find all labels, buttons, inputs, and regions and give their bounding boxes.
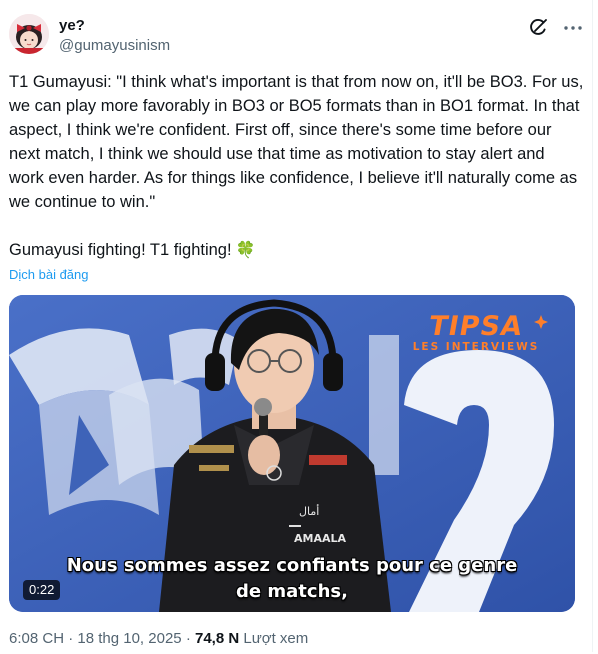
more-options-icon[interactable] <box>561 16 585 40</box>
meta-separator-2: · <box>185 630 191 647</box>
tweet-text: T1 Gumayusi: "I think what's important i… <box>9 70 584 263</box>
tweet-time[interactable]: 6:08 CH <box>9 630 64 647</box>
avatar-girl-with-bow-icon <box>9 14 49 54</box>
brand-subtitle: LES INTERVIEWS <box>412 341 540 353</box>
video-subtitle-line-1: Nous sommes assez confiants pour ce genr… <box>66 555 518 576</box>
views-count: 74,8 N <box>194 630 240 647</box>
brand-logo: TIPSA LES INTERVIEWS <box>391 311 561 353</box>
video-subtitle-line-2: de matchs, <box>236 581 348 602</box>
author-name[interactable]: ye? <box>59 17 85 35</box>
tweet-cheer-text: Gumayusi fighting! T1 fighting! <box>9 241 232 259</box>
tweet-paragraph-quote: T1 Gumayusi: "I think what's important i… <box>9 73 584 211</box>
tweet-meta: 6:08 CH · 18 thg 10, 2025 · 74,8 N Lượt … <box>9 630 308 647</box>
four-leaf-clover-icon: 🍀 <box>235 242 256 259</box>
brand-title: TIPSA <box>426 311 526 342</box>
jersey-text-sponsor: AMAALA <box>294 532 346 545</box>
grok-icon[interactable] <box>527 17 549 39</box>
video-player[interactable]: أمال AMAALA TIPSA LES INTERVIEWS Nous so… <box>9 295 575 612</box>
translate-post-link[interactable]: Dịch bài đăng <box>9 267 89 282</box>
avatar[interactable] <box>9 14 49 54</box>
video-duration-badge: 0:22 <box>23 580 61 600</box>
meta-separator: · <box>68 630 74 647</box>
jersey-text-arabic: أمال <box>299 504 319 518</box>
author-handle[interactable]: @gumayusinism <box>59 37 170 55</box>
tweet-paragraph-cheer: Gumayusi fighting! T1 fighting! 🍀 <box>9 238 584 263</box>
tweet-date[interactable]: 18 thg 10, 2025 <box>77 630 181 647</box>
tweet-card: ye? @gumayusinism T1 Gumayusi: "I think … <box>0 0 593 652</box>
views-label: Lượt xem <box>243 630 309 647</box>
